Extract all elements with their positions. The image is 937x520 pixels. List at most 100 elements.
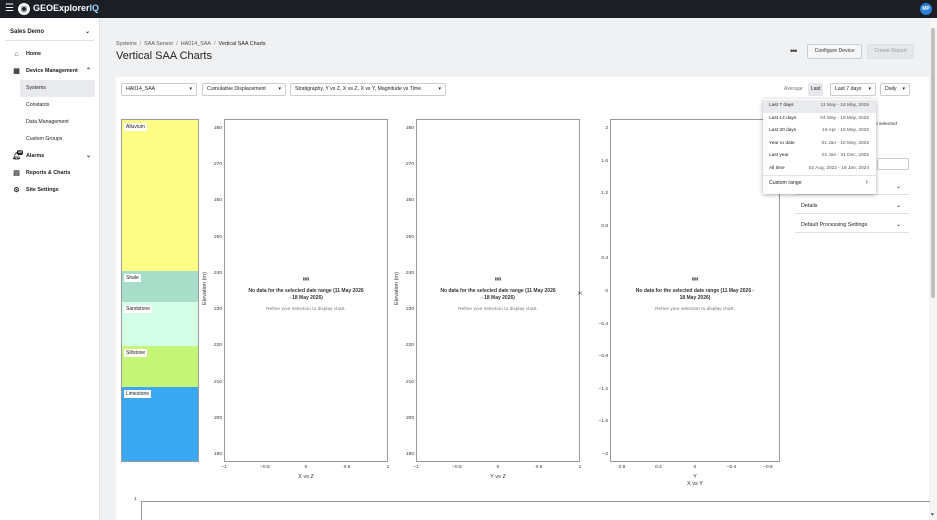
sidebar-item-systems[interactable]: Systems: [20, 80, 95, 97]
x-tick-label: 0.5: [343, 465, 351, 470]
org-select[interactable]: Sales Demo ⌄: [5, 27, 94, 41]
x-tick-label: 1: [578, 465, 582, 470]
y-tick-label: 190: [405, 452, 414, 457]
range-option-custom[interactable]: Custom range ›: [763, 177, 876, 190]
y-tick-label: 220: [405, 343, 414, 349]
chevron-down-icon: ⌄: [895, 203, 901, 209]
bar-chart-icon: ▮▮▮: [691, 275, 699, 281]
no-data-message: No data for the selected date range (11 …: [248, 287, 364, 301]
y-tick-label: 280: [213, 126, 222, 131]
range-option-all-time[interactable]: All time 02 Aug, 2022 - 18 Jan, 2024: [763, 163, 876, 176]
bar-chart-icon: ▮▮▮: [302, 275, 310, 281]
x-tick-label: 1: [386, 465, 390, 470]
more-options-button[interactable]: •••: [790, 46, 798, 56]
y-tick-label: 2: [605, 126, 608, 131]
breadcrumb-device[interactable]: HA014_SAA: [181, 41, 211, 47]
y-tick-label: 250: [405, 234, 414, 240]
y-tick-label: 260: [405, 198, 414, 204]
y-tick-label: 0: [605, 289, 608, 294]
y-tick-label: 240: [405, 270, 414, 276]
top-bar: ☰ ◉ GEOExplorerIQ MP: [0, 0, 937, 18]
sidebar-item-constants[interactable]: Constants: [0, 97, 100, 114]
scrollbar-thumb[interactable]: [931, 28, 935, 298]
y-tick-label: 210: [405, 379, 414, 385]
panel-section-processing[interactable]: Default Processing Settings ⌄: [795, 218, 909, 233]
no-data-message: No data for the selected date range (11 …: [635, 287, 755, 301]
x-tick-label: 0.4: [655, 465, 662, 470]
sidebar: Sales Demo ⌄ ⌂ Home ▦ Device Management …: [0, 18, 100, 520]
date-range-select[interactable]: Last 7 days ▾: [830, 83, 876, 96]
logo-icon: ◉: [18, 3, 30, 15]
home-icon: ⌂: [14, 51, 19, 58]
x-tick-label: −0.4: [726, 465, 737, 470]
x-vs-z-chart: 280 270 260 250 240 230 220 210 200 190 −1 −0.5 0 0.5…: [202, 119, 389, 489]
y-axis-title: X: [578, 290, 584, 295]
range-option-last-14-days[interactable]: Last 14 days 04 May - 18 May, 2026: [763, 113, 876, 126]
range-option-last-7-days[interactable]: Last 7 days 11 May - 18 May, 2026: [763, 100, 876, 113]
x-tick-label: −1: [221, 465, 227, 470]
sidebar-item-site-settings[interactable]: ⚙ Site Settings: [0, 182, 100, 199]
y-tick-label: 260: [213, 198, 222, 204]
gear-icon: ⚙: [13, 187, 20, 194]
bottom-chart-plot[interactable]: [141, 501, 931, 520]
breadcrumb-systems[interactable]: Systems: [116, 41, 137, 47]
chevron-up-icon: ⌃: [85, 68, 91, 74]
interval-select[interactable]: Daily ▾: [880, 83, 910, 96]
stratum-siltstone: Siltstone: [122, 346, 198, 387]
alarm-badge: 10: [17, 150, 23, 155]
range-option-last-year[interactable]: Last year 01 Jan - 31 Dec, 2025: [763, 150, 876, 163]
x-axis-title: Y: [693, 474, 697, 480]
selected-count: 0 selected: [875, 122, 897, 127]
breadcrumb-saa-sensor[interactable]: SAA Sensor: [144, 41, 173, 47]
x-axis-title: Y vs Z: [490, 474, 506, 480]
avatar[interactable]: MP: [920, 3, 932, 15]
x-axis-title: X vs Z: [298, 474, 314, 480]
y-tick-label: 200: [405, 415, 414, 421]
breadcrumb-current: Vertical SAA Charts: [218, 41, 266, 47]
menu-icon[interactable]: ☰: [5, 4, 14, 14]
panel-section-details[interactable]: Details ⌄: [795, 199, 909, 214]
search-input[interactable]: [877, 158, 909, 170]
y-tick-label: 0.8: [601, 223, 608, 229]
report-icon: ▤: [13, 170, 20, 177]
range-option-year-to-date[interactable]: Year to date 01 Jan - 18 May, 2026: [763, 138, 876, 151]
x-tick-label: −1: [413, 465, 419, 470]
y-tick-label: −1.6: [598, 419, 608, 425]
sensor-select[interactable]: HA014_SAA ▾: [121, 83, 197, 96]
last-toggle[interactable]: Last: [808, 83, 824, 96]
sidebar-item-data-management[interactable]: Data Management: [0, 114, 100, 131]
y-tick-label: −0.4: [598, 321, 608, 327]
bar-chart-icon: ▮▮▮: [494, 275, 502, 281]
stratum-limestone: Limestone: [122, 387, 198, 461]
x-tick-label: 0.8: [618, 465, 626, 470]
configure-device-button[interactable]: Configure Device: [807, 44, 862, 59]
y-tick-label: −1.2: [598, 386, 608, 392]
menu-divider: [763, 175, 876, 176]
y-tick-label: 210: [213, 379, 222, 385]
x-tick-label: −0.5: [260, 465, 270, 470]
sidebar-item-custom-groups[interactable]: Custom Groups: [0, 131, 100, 148]
no-data-message: No data for the selected date range (11 …: [440, 287, 556, 301]
chevron-right-icon: ›: [865, 179, 868, 186]
average-toggle[interactable]: Average: [784, 86, 803, 92]
no-data-hint: Refine your selection to display chart.: [655, 306, 735, 312]
y-tick-label: 240: [213, 270, 222, 276]
device-icon: ▦: [13, 68, 20, 75]
metric-select[interactable]: Cumulative Displacement ▾: [202, 83, 286, 96]
range-option-last-30-days[interactable]: Last 30 days 18 Apr - 18 May, 2026: [763, 125, 876, 138]
scroll-down-arrow[interactable]: ▼: [930, 512, 935, 518]
y-tick-label: −2: [602, 452, 608, 457]
create-report-button[interactable]: Create Report: [867, 44, 914, 59]
chevron-down-icon: ⌄: [895, 184, 901, 190]
y-tick-label: 190: [213, 452, 222, 457]
sidebar-item-alarms[interactable]: 🔔︎ 10 Alarms ⌄: [0, 148, 100, 165]
x-tick-label: −0.5: [452, 465, 462, 470]
sidebar-item-device-management[interactable]: ▦ Device Management ⌃: [0, 63, 100, 80]
y-vs-z-chart: 280 270 260 250 240 230 220 210 200 190 −1 −0.5 0 0.5…: [394, 119, 581, 489]
y-tick-label: 230: [213, 307, 222, 313]
bottom-chart-tick: 1: [134, 497, 137, 502]
y-tick-label: 1.2: [601, 191, 608, 197]
plots-select[interactable]: Stratigraphy, Y vs Z, X vs Z, X vs Y, Ma…: [290, 83, 446, 96]
sidebar-item-home[interactable]: ⌂ Home: [0, 46, 100, 63]
sidebar-item-reports[interactable]: ▤ Reports & Charts: [0, 165, 100, 182]
